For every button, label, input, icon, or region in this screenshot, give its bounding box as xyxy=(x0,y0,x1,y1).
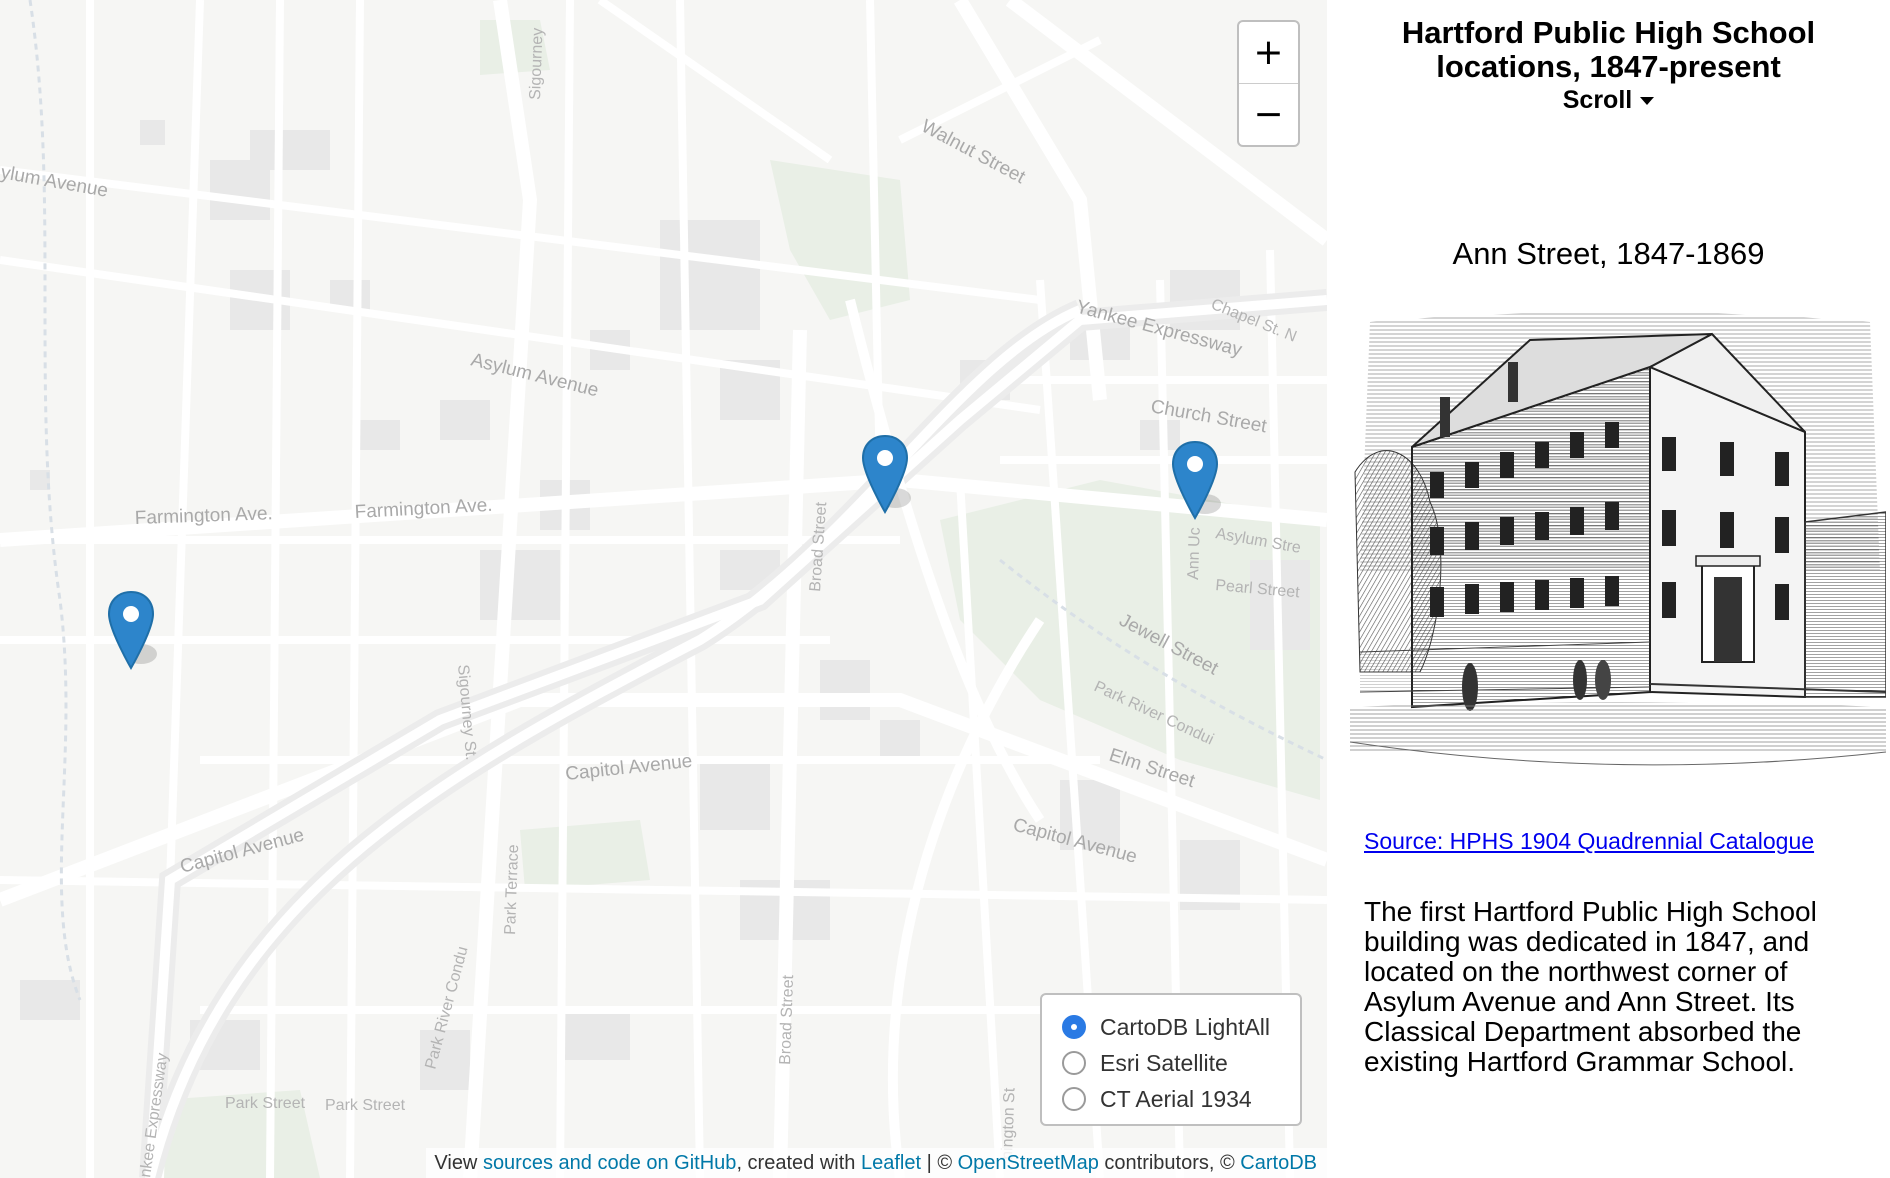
radio-selected-icon[interactable] xyxy=(1062,1015,1086,1039)
caret-down-icon xyxy=(1640,97,1655,106)
radio-icon[interactable] xyxy=(1062,1087,1086,1111)
street-label: Sigourney xyxy=(527,28,547,101)
scroll-label: Scroll xyxy=(1562,86,1633,114)
map-marker[interactable] xyxy=(105,590,157,672)
map-view[interactable]: ylum Avenue Walnut Street Yankee Express… xyxy=(0,0,1327,1178)
map-marker[interactable] xyxy=(859,434,911,516)
story-panel: Hartford Public High School locations, 1… xyxy=(1327,0,1890,1178)
attribution-text: contributors, © xyxy=(1098,1152,1241,1174)
street-label: Asylum Avenue xyxy=(469,349,601,401)
map-attribution: View sources and code on GitHub, created… xyxy=(426,1148,1327,1178)
street-label: Walnut Street xyxy=(918,116,1030,189)
street-label: Park Terrace xyxy=(502,844,522,935)
source-link[interactable]: Source: HPHS 1904 Quadrennial Catalogue xyxy=(1364,828,1814,855)
attribution-text: View xyxy=(434,1152,483,1174)
leaflet-link[interactable]: Leaflet xyxy=(861,1152,921,1174)
radio-icon[interactable] xyxy=(1062,1051,1086,1075)
attribution-text: | © xyxy=(921,1152,958,1174)
zoom-out-button[interactable]: − xyxy=(1239,83,1298,145)
page-title: Hartford Public High School locations, 1… xyxy=(1401,15,1816,84)
street-label: Park Street xyxy=(325,1097,406,1114)
layer-option-cartodb[interactable]: CartoDB LightAll xyxy=(1062,1009,1300,1045)
street-label: Broad Street xyxy=(807,501,830,592)
layer-switcher: CartoDB LightAll Esri Satellite CT Aeria… xyxy=(1040,993,1302,1126)
location-heading: Ann Street, 1847-1869 xyxy=(1452,236,1765,271)
layer-option-ct-aerial[interactable]: CT Aerial 1934 xyxy=(1062,1081,1300,1117)
openstreetmap-link[interactable]: OpenStreetMap xyxy=(958,1152,1099,1174)
street-label: Capitol Avenue xyxy=(564,751,693,785)
street-label: Park Street xyxy=(225,1095,306,1112)
layer-option-label: CT Aerial 1934 xyxy=(1100,1085,1252,1112)
cartodb-link[interactable]: CartoDB xyxy=(1240,1152,1317,1174)
map-marker[interactable] xyxy=(1169,440,1221,522)
scroll-toggle-button[interactable]: Scroll xyxy=(1327,86,1890,115)
school-engraving-image xyxy=(1350,312,1886,807)
street-label: Ann Uc xyxy=(1185,527,1204,580)
zoom-in-button[interactable]: + xyxy=(1239,22,1298,83)
attribution-text: , created with xyxy=(736,1152,861,1174)
street-label: Broad Street xyxy=(777,974,797,1065)
layer-option-label: CartoDB LightAll xyxy=(1100,1013,1271,1040)
location-description: The first Hartford Public High School bu… xyxy=(1364,896,1817,1077)
zoom-control: + − xyxy=(1237,20,1300,147)
layer-option-esri[interactable]: Esri Satellite xyxy=(1062,1045,1300,1081)
street-label: Farmington Ave. xyxy=(354,495,493,523)
layer-option-label: Esri Satellite xyxy=(1100,1049,1228,1076)
github-link[interactable]: sources and code on GitHub xyxy=(483,1152,737,1174)
